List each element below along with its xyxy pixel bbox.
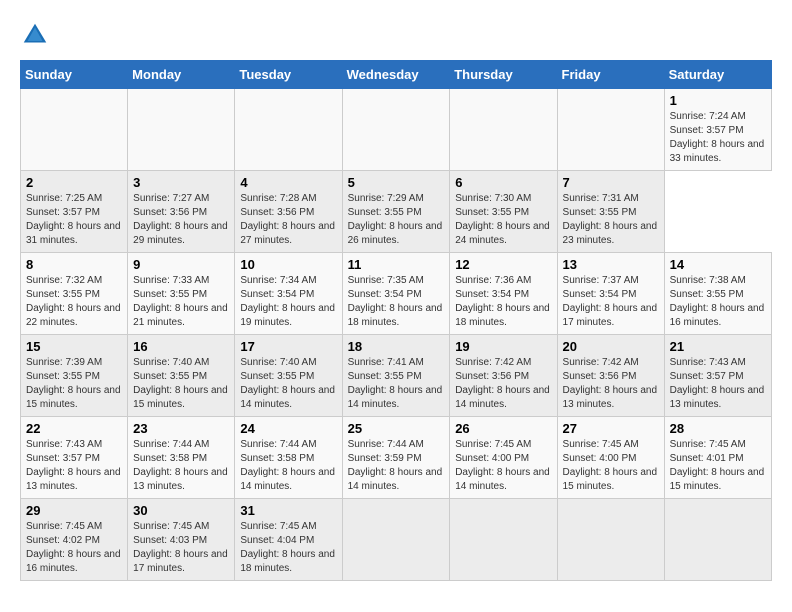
calendar-cell: 2 Sunrise: 7:25 AMSunset: 3:57 PMDayligh… [21,171,128,253]
calendar-cell: 4 Sunrise: 7:28 AMSunset: 3:56 PMDayligh… [235,171,342,253]
calendar-week-row: 2 Sunrise: 7:25 AMSunset: 3:57 PMDayligh… [21,171,772,253]
calendar-cell-empty [450,499,557,581]
calendar-cell-empty [557,89,664,171]
calendar-cell-empty [128,89,235,171]
calendar-cell: 8 Sunrise: 7:32 AMSunset: 3:55 PMDayligh… [21,253,128,335]
calendar-cell: 26 Sunrise: 7:45 AMSunset: 4:00 PMDaylig… [450,417,557,499]
calendar-cell: 16 Sunrise: 7:40 AMSunset: 3:55 PMDaylig… [128,335,235,417]
calendar-week-row: 1 Sunrise: 7:24 AMSunset: 3:57 PMDayligh… [21,89,772,171]
calendar-cell-empty [557,499,664,581]
calendar-cell: 23 Sunrise: 7:44 AMSunset: 3:58 PMDaylig… [128,417,235,499]
calendar-week-row: 29 Sunrise: 7:45 AMSunset: 4:02 PMDaylig… [21,499,772,581]
column-header-monday: Monday [128,61,235,89]
calendar-cell: 14 Sunrise: 7:38 AMSunset: 3:55 PMDaylig… [664,253,771,335]
column-header-saturday: Saturday [664,61,771,89]
calendar-week-row: 15 Sunrise: 7:39 AMSunset: 3:55 PMDaylig… [21,335,772,417]
logo [20,20,54,50]
calendar-cell-empty [450,89,557,171]
calendar-cell: 5 Sunrise: 7:29 AMSunset: 3:55 PMDayligh… [342,171,450,253]
calendar-cell: 3 Sunrise: 7:27 AMSunset: 3:56 PMDayligh… [128,171,235,253]
calendar-cell: 6 Sunrise: 7:30 AMSunset: 3:55 PMDayligh… [450,171,557,253]
calendar-cell: 21 Sunrise: 7:43 AMSunset: 3:57 PMDaylig… [664,335,771,417]
calendar-cell: 11 Sunrise: 7:35 AMSunset: 3:54 PMDaylig… [342,253,450,335]
calendar-cell: 19 Sunrise: 7:42 AMSunset: 3:56 PMDaylig… [450,335,557,417]
calendar-cell: 12 Sunrise: 7:36 AMSunset: 3:54 PMDaylig… [450,253,557,335]
calendar-cell: 18 Sunrise: 7:41 AMSunset: 3:55 PMDaylig… [342,335,450,417]
column-header-sunday: Sunday [21,61,128,89]
calendar-week-row: 8 Sunrise: 7:32 AMSunset: 3:55 PMDayligh… [21,253,772,335]
calendar-cell: 10 Sunrise: 7:34 AMSunset: 3:54 PMDaylig… [235,253,342,335]
calendar-cell: 24 Sunrise: 7:44 AMSunset: 3:58 PMDaylig… [235,417,342,499]
calendar-cell: 1 Sunrise: 7:24 AMSunset: 3:57 PMDayligh… [664,89,771,171]
calendar-cell: 17 Sunrise: 7:40 AMSunset: 3:55 PMDaylig… [235,335,342,417]
calendar-cell: 27 Sunrise: 7:45 AMSunset: 4:00 PMDaylig… [557,417,664,499]
calendar-cell-empty [342,499,450,581]
calendar-cell: 7 Sunrise: 7:31 AMSunset: 3:55 PMDayligh… [557,171,664,253]
calendar-week-row: 22 Sunrise: 7:43 AMSunset: 3:57 PMDaylig… [21,417,772,499]
calendar-cell: 29 Sunrise: 7:45 AMSunset: 4:02 PMDaylig… [21,499,128,581]
calendar-cell-empty [235,89,342,171]
calendar-cell: 13 Sunrise: 7:37 AMSunset: 3:54 PMDaylig… [557,253,664,335]
calendar-cell: 22 Sunrise: 7:43 AMSunset: 3:57 PMDaylig… [21,417,128,499]
calendar-cell: 15 Sunrise: 7:39 AMSunset: 3:55 PMDaylig… [21,335,128,417]
calendar-cell: 20 Sunrise: 7:42 AMSunset: 3:56 PMDaylig… [557,335,664,417]
logo-icon [20,20,50,50]
column-header-tuesday: Tuesday [235,61,342,89]
calendar-cell: 9 Sunrise: 7:33 AMSunset: 3:55 PMDayligh… [128,253,235,335]
calendar-cell: 30 Sunrise: 7:45 AMSunset: 4:03 PMDaylig… [128,499,235,581]
calendar-cell-empty [21,89,128,171]
column-header-wednesday: Wednesday [342,61,450,89]
column-header-thursday: Thursday [450,61,557,89]
calendar-cell: 25 Sunrise: 7:44 AMSunset: 3:59 PMDaylig… [342,417,450,499]
calendar-cell-empty [664,499,771,581]
column-header-friday: Friday [557,61,664,89]
calendar-cell: 28 Sunrise: 7:45 AMSunset: 4:01 PMDaylig… [664,417,771,499]
page-header [20,20,772,50]
calendar-cell-empty [342,89,450,171]
calendar-table: SundayMondayTuesdayWednesdayThursdayFrid… [20,60,772,581]
calendar-header-row: SundayMondayTuesdayWednesdayThursdayFrid… [21,61,772,89]
calendar-cell: 31 Sunrise: 7:45 AMSunset: 4:04 PMDaylig… [235,499,342,581]
